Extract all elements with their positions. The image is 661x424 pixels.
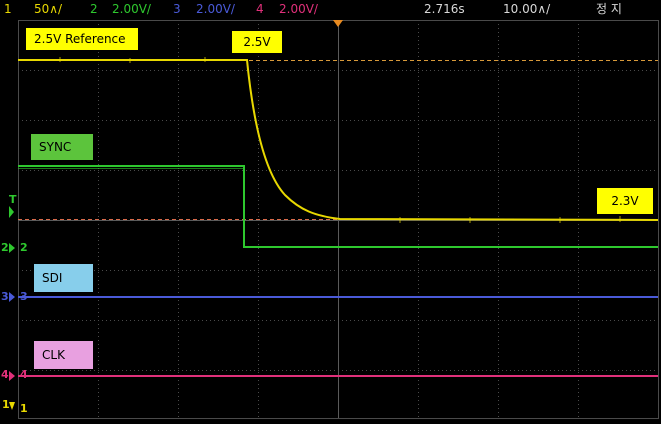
ch1-scale[interactable]: 50∧/ [34, 0, 62, 18]
ch4-left-marker[interactable]: 4 [1, 368, 9, 381]
ch2-number[interactable]: 2 [90, 0, 98, 18]
ch1-number[interactable]: 1 [4, 0, 12, 18]
ch1-ground-arrow [9, 402, 15, 410]
status-bar: 1 50∧/ 2 2.00V/ 3 2.00V/ 4 2.00V/ 2.716s… [0, 0, 661, 18]
time-position[interactable]: 2.716s [424, 0, 465, 18]
ch1-left-marker[interactable]: 1 [2, 398, 10, 411]
scope-display [9, 20, 659, 419]
ch3-scale[interactable]: 2.00V/ [196, 0, 235, 18]
ch4-scale[interactable]: 2.00V/ [279, 0, 318, 18]
run-state[interactable]: 정 지 [596, 0, 622, 18]
ch3-ground-arrow [9, 292, 15, 302]
reference-label: 2.5V Reference [26, 28, 138, 50]
ch4-ground-arrow [9, 371, 15, 381]
ch4-number[interactable]: 4 [256, 0, 264, 18]
ch2-right-marker[interactable]: 2 [20, 241, 28, 254]
ch2-left-marker[interactable]: 2 [1, 241, 9, 254]
sdi-label: SDI [34, 264, 93, 292]
start-voltage-label: 2.5V [232, 31, 282, 53]
trigger-position-marker [333, 20, 343, 27]
ch2-ground-arrow [9, 243, 15, 253]
timebase[interactable]: 10.00∧/ [503, 0, 550, 18]
trigger-marker[interactable]: T [9, 193, 17, 206]
ch4-right-marker[interactable]: 4 [20, 368, 28, 381]
ch1-right-marker[interactable]: 1 [20, 402, 28, 415]
end-voltage-label: 2.3V [597, 188, 653, 214]
trigger-level-arrow [9, 206, 14, 218]
ch3-left-marker[interactable]: 3 [1, 290, 9, 303]
sync-label: SYNC [31, 134, 93, 160]
ch3-right-marker[interactable]: 3 [20, 290, 28, 303]
ch3-number[interactable]: 3 [173, 0, 181, 18]
ch2-scale[interactable]: 2.00V/ [112, 0, 151, 18]
clk-label: CLK [34, 341, 93, 369]
